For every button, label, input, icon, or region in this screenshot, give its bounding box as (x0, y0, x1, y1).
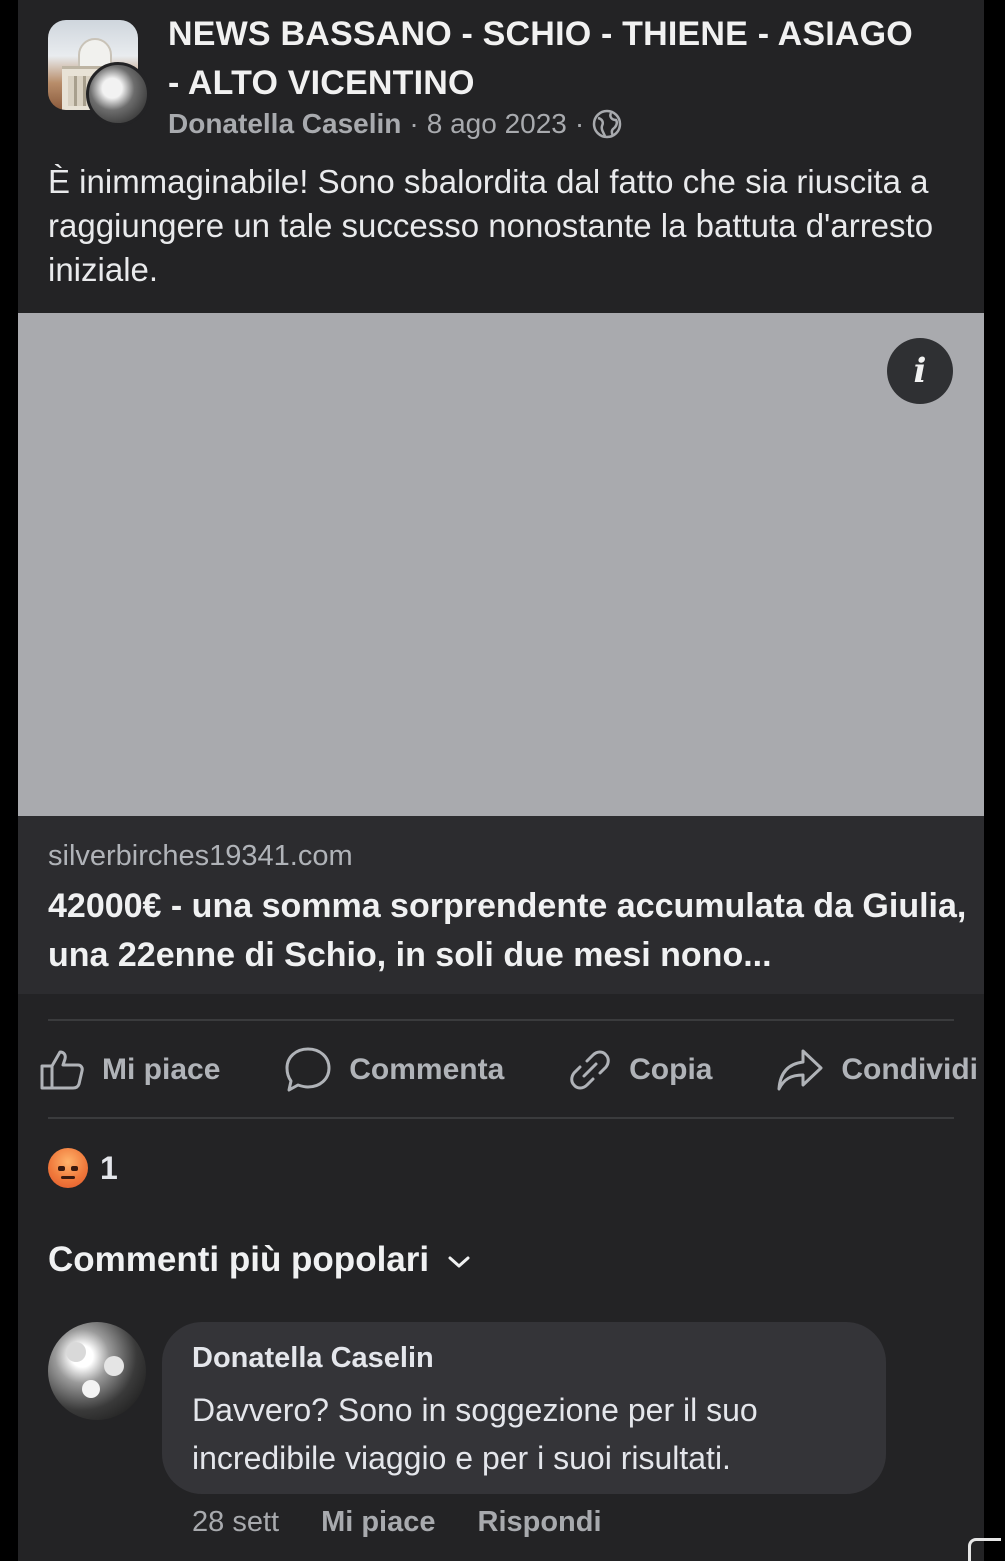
info-icon[interactable]: i (887, 338, 953, 404)
link-domain: silverbirches19341.com (48, 840, 353, 872)
comments-sort-dropdown[interactable]: Commenti più popolari (48, 1240, 471, 1280)
comment-button[interactable]: Commenta (283, 1045, 504, 1095)
post-author[interactable]: Donatella Caselin (168, 108, 401, 140)
commenter-avatar[interactable] (48, 1322, 146, 1420)
comment-author[interactable]: Donatella Caselin (192, 1342, 434, 1375)
action-bar: Mi piace Commenta Copia Condividi (38, 1040, 978, 1100)
divider-top (48, 1019, 954, 1021)
angry-eye-right (71, 1166, 78, 1171)
post-text: È inimmaginabile! Sono sbalordita dal fa… (48, 163, 934, 288)
comment-time[interactable]: 28 sett (192, 1506, 279, 1539)
copy-label: Copia (629, 1053, 713, 1086)
chevron-down-icon (448, 1256, 470, 1268)
meta-separator-2: · (574, 108, 585, 139)
link-preview-image[interactable] (18, 313, 984, 816)
comment-like-button[interactable]: Mi piace (321, 1506, 435, 1539)
group-name[interactable]: NEWS BASSANO - SCHIO - THIENE - ASIAGO -… (168, 10, 928, 108)
share-arrow-icon (777, 1049, 823, 1091)
post-header: NEWS BASSANO - SCHIO - THIENE - ASIAGO -… (48, 10, 968, 150)
reaction-count: 1 (100, 1149, 118, 1186)
post-card: NEWS BASSANO - SCHIO - THIENE - ASIAGO -… (18, 0, 984, 1561)
avatar-figure-1 (66, 1342, 86, 1362)
link-icon (570, 1050, 610, 1090)
comment-bubble-icon (285, 1047, 331, 1092)
angry-eye-left (58, 1166, 65, 1171)
angry-reaction-icon (48, 1148, 88, 1188)
comment-reply-button[interactable]: Rispondi (478, 1506, 602, 1539)
share-label: Condividi (841, 1053, 978, 1086)
copy-button[interactable]: Copia (567, 1047, 712, 1093)
link-title[interactable]: 42000€ - una somma sorprendente accumula… (48, 882, 968, 980)
corner-bracket-icon (968, 1538, 1001, 1561)
globe-icon (592, 109, 622, 139)
post-date[interactable]: 8 ago 2023 (427, 108, 567, 140)
meta-separator: · (409, 108, 419, 139)
divider-bottom (48, 1117, 954, 1119)
link-preview-meta[interactable]: silverbirches19341.com 42000€ - una somm… (18, 816, 984, 994)
like-button[interactable]: Mi piace (38, 1046, 220, 1094)
author-avatar[interactable] (86, 62, 150, 126)
comments-sort-label: Commenti più popolari (48, 1240, 430, 1279)
reaction-summary[interactable]: 1 (48, 1148, 118, 1188)
comment-actions: 28 sett Mi piace Rispondi (192, 1506, 644, 1539)
thumbs-up-icon (40, 1050, 84, 1090)
comment-text: Davvero? Sono in soggezione per il suo i… (192, 1392, 758, 1476)
avatar-figure-2 (104, 1356, 124, 1376)
comment-bubble[interactable]: Donatella Caselin Davvero? Sono in sogge… (162, 1322, 886, 1494)
angry-mouth (61, 1176, 75, 1179)
share-button[interactable]: Condividi (775, 1047, 978, 1093)
like-label: Mi piace (102, 1053, 221, 1086)
avatar-figure-3 (82, 1380, 100, 1398)
comment-label: Commenta (349, 1053, 505, 1086)
post-meta: Donatella Caselin · 8 ago 2023 · (168, 108, 622, 140)
